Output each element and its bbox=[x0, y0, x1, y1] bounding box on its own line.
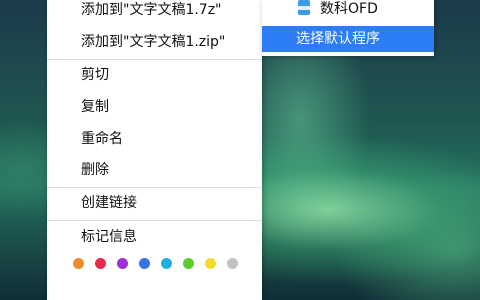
menu-item-copy[interactable]: 复制 bbox=[47, 93, 262, 121]
menu-separator bbox=[47, 59, 262, 60]
tag-color-dot[interactable] bbox=[205, 258, 216, 269]
menu-item-create-link[interactable]: 创建链接 bbox=[47, 189, 262, 217]
menu-item-add-to-zip[interactable]: 添加到"文字文稿1.zip" bbox=[47, 28, 262, 56]
tag-color-dot[interactable] bbox=[117, 258, 128, 269]
menu-item-rename[interactable]: 重命名 bbox=[47, 125, 262, 153]
tag-color-dot[interactable] bbox=[73, 258, 84, 269]
submenu-item-label: 选择默认程序 bbox=[296, 31, 380, 47]
tag-color-dot[interactable] bbox=[227, 258, 238, 269]
menu-item-delete[interactable]: 删除 bbox=[47, 156, 262, 184]
submenu-item-ofd-app[interactable]: 数科OFD bbox=[262, 0, 434, 22]
menu-item-tag-info[interactable]: 标记信息 bbox=[47, 223, 262, 251]
open-with-submenu: 数科OFD 选择默认程序 bbox=[262, 0, 434, 56]
menu-separator bbox=[47, 220, 262, 221]
ofd-app-icon bbox=[298, 0, 310, 15]
menu-separator bbox=[47, 187, 262, 188]
tag-color-dot[interactable] bbox=[183, 258, 194, 269]
submenu-item-choose-default-program[interactable]: 选择默认程序 bbox=[262, 26, 434, 52]
context-menu: 添加到"文字文稿1.7z" 添加到"文字文稿1.zip" 剪切 复制 重命名 删… bbox=[47, 0, 262, 300]
menu-item-cut[interactable]: 剪切 bbox=[47, 61, 262, 89]
submenu-item-label: 数科OFD bbox=[320, 1, 378, 17]
tag-color-dot[interactable] bbox=[161, 258, 172, 269]
tag-color-dot[interactable] bbox=[139, 258, 150, 269]
tag-color-dot[interactable] bbox=[95, 258, 106, 269]
menu-item-add-to-7z[interactable]: 添加到"文字文稿1.7z" bbox=[47, 0, 262, 24]
